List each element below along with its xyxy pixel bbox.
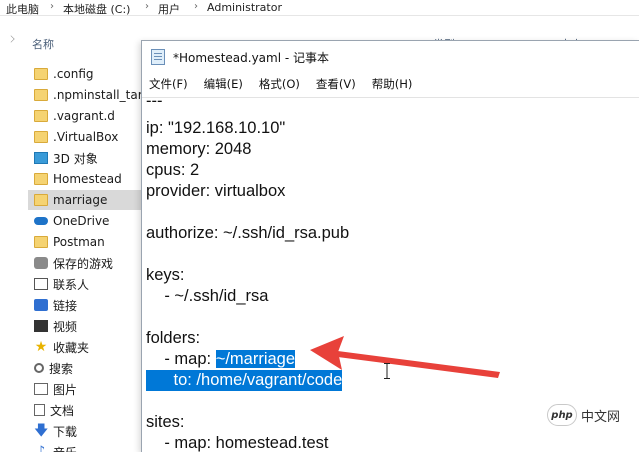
- folder-icon: [34, 110, 48, 122]
- breadcrumb-local-disk[interactable]: 本地磁盘 (C:): [63, 1, 130, 17]
- folder-icon: [34, 131, 48, 143]
- menu-help[interactable]: 帮助(H): [372, 76, 413, 92]
- folder-icon: [34, 173, 48, 185]
- nav-item-label: 保存的游戏: [53, 256, 114, 271]
- nav-item-music[interactable]: ♪ 音乐: [28, 442, 143, 452]
- nav-item-label: .npminstall_tarb: [53, 88, 143, 102]
- breadcrumb-this-pc[interactable]: 此电脑: [6, 1, 39, 17]
- code-line: sites:: [146, 413, 185, 431]
- nav-item-label: .vagrant.d: [53, 109, 115, 123]
- code-line: - ~/.ssh/id_rsa: [146, 287, 269, 305]
- nav-item-label: 视频: [53, 319, 78, 334]
- chevron-right-icon: ›: [145, 1, 149, 12]
- text-editor[interactable]: --- ip: "192.168.10.10" memory: 2048 cpu…: [142, 97, 639, 452]
- code-line: cpus: 2: [146, 161, 200, 179]
- nav-item-contacts[interactable]: 联系人: [28, 274, 143, 294]
- nav-item-vagrant-d[interactable]: .vagrant.d: [28, 106, 143, 126]
- folder-icon: [34, 68, 48, 80]
- onedrive-icon: [34, 217, 48, 225]
- 3d-objects-icon: [34, 152, 48, 164]
- nav-item-marriage[interactable]: marriage: [28, 190, 143, 210]
- menu-view[interactable]: 查看(V): [316, 76, 356, 92]
- watermark-text: 中文网: [581, 409, 621, 425]
- nav-item-downloads[interactable]: 🡇 下载: [28, 421, 143, 441]
- saved-games-icon: [34, 257, 48, 269]
- code-line: ip: "192.168.10.10": [146, 119, 286, 137]
- breadcrumb-users[interactable]: 用户: [158, 1, 180, 17]
- chevron-right-icon: ›: [50, 1, 54, 12]
- code-line: folders:: [146, 329, 201, 347]
- nav-item-label: marriage: [53, 193, 108, 207]
- searches-icon: [34, 363, 44, 373]
- nav-item-3d-objects[interactable]: 3D 对象: [28, 148, 143, 168]
- nav-item-label: 音乐: [53, 444, 77, 452]
- nav-item-documents[interactable]: 文档: [28, 400, 143, 420]
- nav-item-label: 图片: [53, 382, 78, 397]
- nav-item-label: 联系人: [53, 277, 90, 292]
- music-icon: ♪: [36, 444, 46, 452]
- nav-item-favorites[interactable]: ★ 收藏夹: [28, 337, 143, 357]
- nav-item-pictures[interactable]: 图片: [28, 379, 143, 399]
- code-line: memory: 2048: [146, 140, 252, 158]
- map-key: - map:: [146, 350, 216, 368]
- notepad-window: *Homestead.yaml - 记事本 文件(F) 编辑(E) 格式(O) …: [141, 40, 639, 452]
- nav-item-npminstall[interactable]: .npminstall_tarb: [28, 85, 143, 105]
- documents-icon: [34, 404, 45, 416]
- nav-item-label: 收藏夹: [53, 340, 90, 355]
- code-line-map: - map: ~/marriage: [146, 349, 296, 370]
- breadcrumb-administrator[interactable]: Administrator: [207, 1, 282, 14]
- code-line: provider: virtualbox: [146, 182, 286, 200]
- menu-bar: 文件(F) 编辑(E) 格式(O) 查看(V) 帮助(H): [142, 73, 639, 95]
- pictures-icon: [34, 383, 48, 395]
- notepad-icon: [151, 49, 165, 65]
- nav-item-label: 链接: [53, 298, 78, 313]
- nav-item-label: OneDrive: [53, 214, 110, 228]
- chevron-right-icon: ›: [194, 1, 198, 12]
- videos-icon: [34, 320, 48, 332]
- selected-to-line: to: /home/vagrant/code: [146, 370, 343, 391]
- nav-item-virtualbox[interactable]: .VirtualBox: [28, 127, 143, 147]
- nav-item-label: Homestead: [53, 172, 122, 186]
- nav-item-links[interactable]: 链接: [28, 295, 143, 315]
- nav-item-label: 搜索: [49, 361, 74, 376]
- breadcrumb[interactable]: 此电脑 › 本地磁盘 (C:) › 用户 › Administrator: [0, 0, 639, 16]
- nav-item-label: Postman: [53, 235, 105, 249]
- code-line: keys:: [146, 266, 185, 284]
- links-icon: [34, 299, 48, 311]
- selected-map-value: ~/marriage: [215, 350, 296, 368]
- nav-item-videos[interactable]: 视频: [28, 316, 143, 336]
- php-logo: php: [547, 404, 577, 426]
- folder-icon: [34, 89, 48, 101]
- chevron-up-icon[interactable]: [7, 35, 15, 43]
- nav-item-label: .config: [53, 67, 94, 81]
- nav-item-postman[interactable]: Postman: [28, 232, 143, 252]
- nav-item-config[interactable]: .config: [28, 64, 143, 84]
- watermark: php 中文网: [547, 402, 620, 428]
- notepad-titlebar[interactable]: *Homestead.yaml - 记事本: [142, 41, 639, 73]
- nav-item-label: 下载: [53, 424, 78, 439]
- code-line: ---: [146, 97, 163, 110]
- folder-icon: [34, 236, 48, 248]
- contacts-icon: [34, 278, 48, 290]
- code-line: authorize: ~/.ssh/id_rsa.pub: [146, 224, 350, 242]
- menu-file[interactable]: 文件(F): [149, 76, 188, 92]
- nav-item-label: 3D 对象: [53, 151, 98, 166]
- nav-item-label: .VirtualBox: [53, 130, 119, 144]
- nav-item-onedrive[interactable]: OneDrive: [28, 211, 143, 231]
- nav-item-homestead[interactable]: Homestead: [28, 169, 143, 189]
- folder-icon: [34, 194, 48, 206]
- code-line: - map: homestead.test: [146, 434, 329, 452]
- nav-item-label: 文档: [50, 403, 75, 418]
- menu-format[interactable]: 格式(O): [259, 76, 300, 92]
- nav-item-searches[interactable]: 搜索: [28, 358, 143, 378]
- text-cursor-icon: [384, 363, 390, 379]
- favorites-icon: ★: [34, 339, 48, 355]
- downloads-icon: 🡇: [34, 423, 49, 439]
- column-header-name[interactable]: 名称: [32, 36, 54, 60]
- window-title: *Homestead.yaml - 记事本: [173, 50, 330, 65]
- menu-edit[interactable]: 编辑(E): [204, 76, 243, 92]
- nav-item-saved-games[interactable]: 保存的游戏: [28, 253, 143, 273]
